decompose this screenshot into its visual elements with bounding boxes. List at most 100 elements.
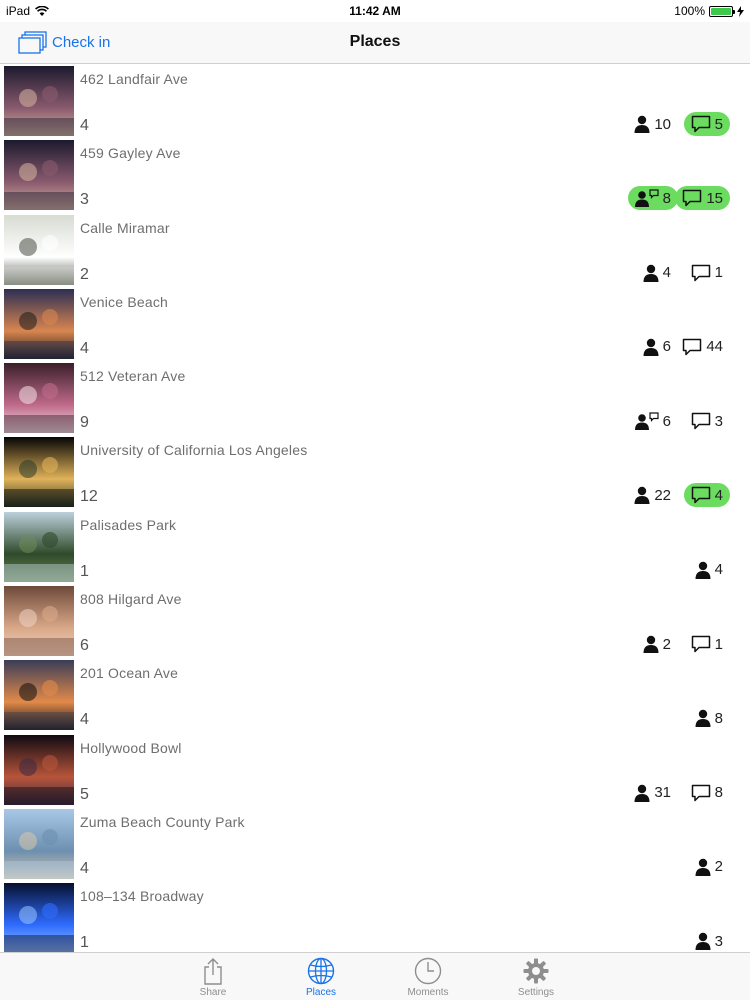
comments-count[interactable]: 1 <box>684 632 730 656</box>
person-icon <box>643 264 659 282</box>
place-row[interactable]: Palisades Park 1 4 <box>0 510 750 584</box>
person-icon <box>634 784 650 802</box>
place-name: Hollywood Bowl <box>80 739 182 756</box>
chat-bubble-icon <box>691 486 711 504</box>
place-name: 512 Veteran Ave <box>80 368 186 385</box>
comments-count[interactable]: 44 <box>675 335 730 359</box>
people-count[interactable]: 10 <box>627 112 678 136</box>
chat-bubble-icon <box>691 115 711 133</box>
place-count: 6 <box>80 637 89 655</box>
tab-moments[interactable]: Moments <box>388 957 468 998</box>
people-count[interactable]: 22 <box>627 483 678 507</box>
comments-count[interactable]: 4 <box>683 483 730 508</box>
place-thumbnail <box>4 288 74 359</box>
place-count: 3 <box>80 191 89 209</box>
comments-count[interactable]: 5 <box>683 112 730 136</box>
place-row[interactable]: 808 Hilgard Ave 6 2 1 <box>0 584 750 658</box>
place-row[interactable]: Hollywood Bowl 5 31 8 <box>0 733 750 807</box>
gear-icon <box>523 958 549 984</box>
person-icon <box>634 486 650 505</box>
person-icon <box>634 115 650 133</box>
place-count: 4 <box>80 339 89 357</box>
place-row[interactable]: University of California Los Angeles 12 22… <box>0 435 750 509</box>
people-count[interactable]: 31 <box>627 781 678 805</box>
place-count: 1 <box>80 934 89 952</box>
people-count[interactable]: 4 <box>688 558 730 582</box>
place-name: 459 Gayley Ave <box>80 145 181 162</box>
comments-count[interactable]: 3 <box>684 409 730 433</box>
tab-places[interactable]: Places <box>281 957 361 998</box>
tab-share-label: Share <box>199 987 227 998</box>
stat-value: 1 <box>714 635 723 653</box>
battery-icon <box>709 5 735 17</box>
place-name: Zuma Beach County Park <box>80 813 245 830</box>
places-list[interactable]: 462 Landfair Ave 4 10 5 459 Gayley Ave 3 8 15 Ca… <box>0 64 750 952</box>
chat-bubble-icon <box>682 189 702 207</box>
place-thumbnail <box>4 66 74 136</box>
place-count: 4 <box>80 117 89 134</box>
people-count[interactable]: 2 <box>636 632 678 656</box>
place-name: University of California Los Angeles <box>80 442 308 459</box>
charging-icon <box>737 5 744 17</box>
person-icon <box>643 338 659 356</box>
person-chat-icon <box>634 412 659 431</box>
place-thumbnail <box>4 511 74 582</box>
place-row[interactable]: Zuma Beach County Park 4 2 <box>0 807 750 881</box>
place-name: 808 Hilgard Ave <box>80 591 182 608</box>
comments-count[interactable]: 1 <box>684 261 730 285</box>
stat-value: 5 <box>714 115 723 133</box>
place-thumbnail <box>4 660 74 731</box>
place-row[interactable]: 201 Ocean Ave 4 8 <box>0 658 750 732</box>
stat-value: 2 <box>714 858 723 876</box>
place-thumbnail <box>4 437 74 508</box>
place-name: 201 Ocean Ave <box>80 665 179 682</box>
person-icon <box>695 561 711 579</box>
comments-count[interactable]: 8 <box>684 781 730 805</box>
chat-bubble-icon <box>691 635 711 653</box>
place-count: 4 <box>80 711 89 729</box>
people-count[interactable]: 6 <box>636 335 678 359</box>
stat-value: 22 <box>654 486 671 504</box>
place-thumbnail <box>4 734 74 805</box>
place-name: Palisades Park <box>80 516 177 533</box>
people-count[interactable]: 2 <box>688 855 730 879</box>
place-row[interactable]: 108–134 Broadway 1 3 <box>0 881 750 952</box>
tab-share[interactable]: Share <box>173 957 253 998</box>
stat-value: 4 <box>714 561 723 579</box>
tab-places-label: Places <box>305 987 336 998</box>
stat-value: 8 <box>662 189 671 207</box>
place-row[interactable]: 459 Gayley Ave 3 8 15 <box>0 138 750 212</box>
comments-count[interactable]: 15 <box>675 186 730 211</box>
person-icon <box>695 858 711 876</box>
place-name: Calle Miramar <box>80 219 170 236</box>
people-count[interactable]: 8 <box>688 706 730 730</box>
place-thumbnail <box>4 363 74 434</box>
place-row[interactable]: Venice Beach 4 6 44 <box>0 287 750 361</box>
people-count[interactable]: 4 <box>636 261 678 285</box>
place-row[interactable]: 462 Landfair Ave 4 10 5 <box>0 64 750 138</box>
stat-value: 3 <box>714 412 723 430</box>
status-bar: iPad 11:42 AM 100% <box>0 0 750 22</box>
stat-value: 8 <box>714 709 723 727</box>
people-count[interactable]: 6 <box>628 409 678 433</box>
people-count[interactable]: 8 <box>627 186 678 211</box>
status-time: 11:42 AM <box>349 4 401 18</box>
stat-value: 6 <box>662 338 671 356</box>
person-icon <box>643 635 659 654</box>
stat-value: 1 <box>714 264 723 282</box>
battery-level <box>711 7 731 15</box>
place-row[interactable]: 512 Veteran Ave 9 6 3 <box>0 361 750 435</box>
tab-settings[interactable]: Settings <box>496 957 576 998</box>
page-title: Places <box>349 33 401 50</box>
people-count[interactable]: 3 <box>688 929 730 952</box>
stat-value: 6 <box>662 412 671 430</box>
chat-bubble-icon <box>682 338 702 356</box>
stat-value: 8 <box>714 784 723 802</box>
place-row[interactable]: Calle Miramar 2 4 1 <box>0 213 750 287</box>
chat-bubble-icon <box>691 264 711 282</box>
stat-value: 3 <box>714 932 723 950</box>
stat-value: 10 <box>654 115 671 133</box>
navigation-bar: Check in Places <box>0 22 750 64</box>
place-count: 1 <box>80 562 89 580</box>
place-count: 4 <box>80 859 89 877</box>
